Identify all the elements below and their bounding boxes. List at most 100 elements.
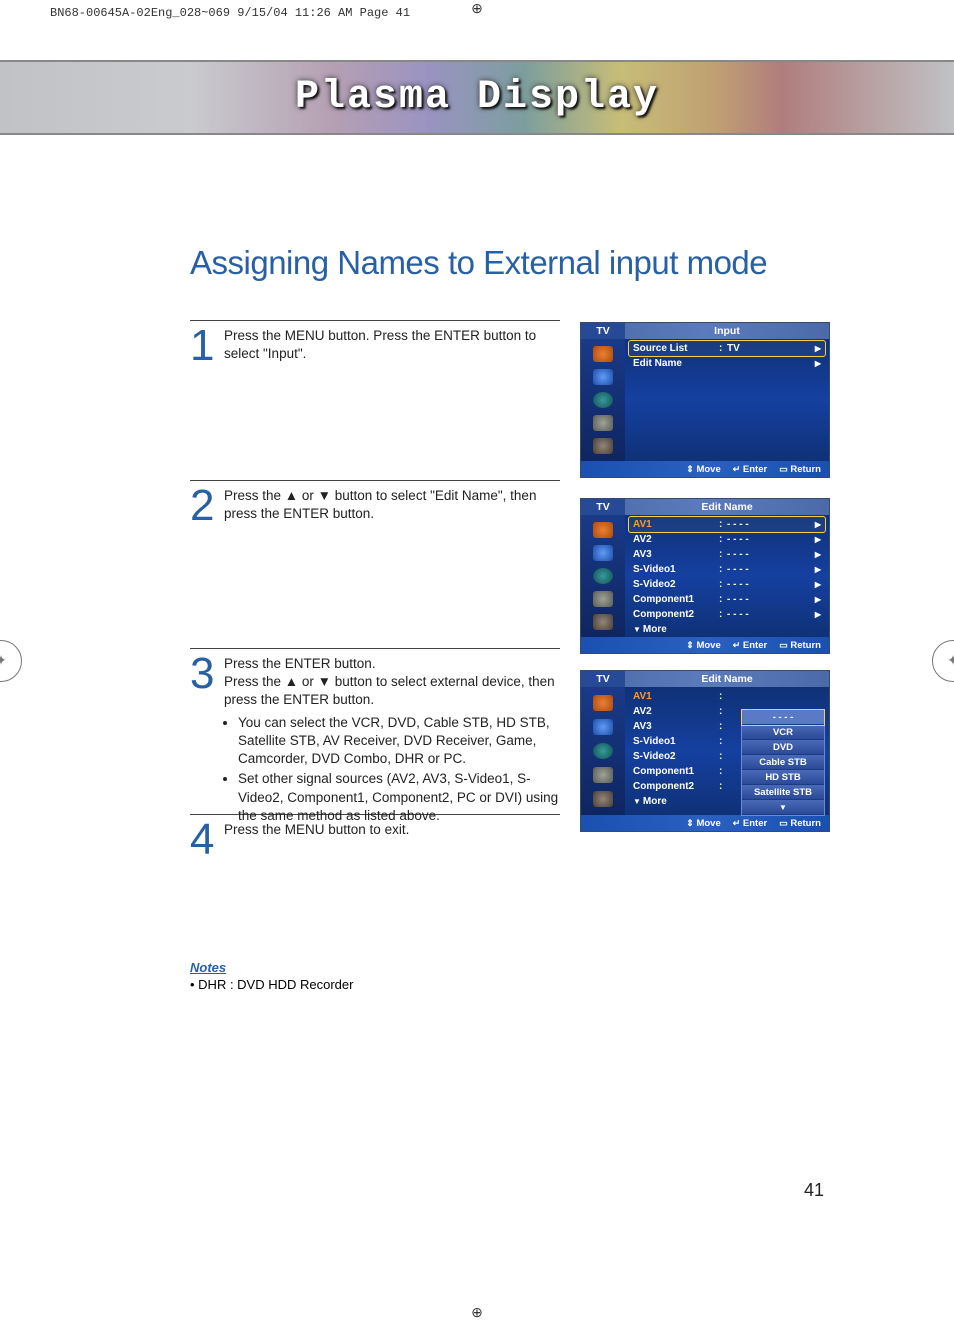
row-value: TV [727, 342, 811, 356]
osd-sidebar-icons [581, 339, 625, 461]
row-label: Edit Name [633, 357, 719, 371]
row-label: Component1 [633, 593, 719, 607]
row-label: AV1 [633, 690, 719, 704]
row-label: Source List [633, 342, 719, 356]
return-icon: ▭ [779, 818, 788, 828]
picture-icon [593, 719, 613, 735]
row-label: S-Video2 [633, 750, 719, 764]
osd-tv-label: TV [581, 671, 625, 687]
osd-row[interactable]: AV1: [629, 689, 825, 704]
step-text: Press the ENTER button. Press the ▲ or ▼… [224, 655, 560, 802]
crop-mark-top: ⊕ [471, 0, 483, 17]
updown-icon: ⇕ [686, 464, 694, 474]
osd-tv-label: TV [581, 323, 625, 339]
notes-item-text: DHR : DVD HDD Recorder [198, 977, 353, 992]
step-text: Press the MENU button to exit. [224, 821, 409, 844]
row-value: - - - - [727, 518, 811, 532]
osd-row[interactable]: Component1:- - - -▶ [629, 592, 825, 607]
step-num: 4 [190, 821, 216, 844]
row-label: S-Video1 [633, 735, 719, 749]
footer-move: Move [696, 464, 720, 475]
arrow-right-icon: ▶ [811, 578, 821, 592]
picture-icon [593, 545, 613, 561]
row-label: S-Video2 [633, 578, 719, 592]
step3-intro: Press the ENTER button. Press the ▲ or ▼… [224, 656, 555, 707]
osd-title: Input [625, 323, 829, 339]
row-label: Component1 [633, 765, 719, 779]
row-label: More [633, 795, 719, 809]
step3-bullet1: You can select the VCR, DVD, Cable STB, … [238, 714, 560, 769]
osd-row-source-list[interactable]: Source List : TV ▶ [629, 341, 825, 356]
osd-sidebar-icons [581, 515, 625, 637]
row-value: - - - - [727, 548, 811, 562]
dropdown-option[interactable]: ▼ [742, 800, 824, 815]
crop-mark-bottom: ⊕ [471, 1304, 483, 1321]
target-left: ✦ [0, 640, 22, 682]
setup-icon [593, 614, 613, 630]
osd-header: TV Input [581, 323, 829, 339]
arrow-right-icon: ▶ [811, 563, 821, 577]
return-icon: ▭ [779, 640, 788, 650]
row-value: - - - - [727, 563, 811, 577]
osd-row[interactable]: AV3:- - - -▶ [629, 547, 825, 562]
row-label: S-Video1 [633, 563, 719, 577]
dropdown-option[interactable]: Cable STB [742, 755, 824, 770]
osd-tv-label: TV [581, 499, 625, 515]
step-3: 3 Press the ENTER button. Press the ▲ or… [190, 648, 560, 814]
notes-block: Notes • DHR : DVD HDD Recorder [190, 960, 353, 992]
osd-footer: ⇕ Move ↵ Enter ▭ Return [581, 637, 829, 653]
dropdown-option[interactable]: DVD [742, 740, 824, 755]
channel-icon [593, 415, 613, 431]
dropdown-option[interactable]: HD STB [742, 770, 824, 785]
row-label: AV1 [633, 518, 719, 532]
osd-row[interactable]: AV2:- - - -▶ [629, 532, 825, 547]
osd-list: Source List : TV ▶ Edit Name ▶ [625, 339, 829, 461]
step-num: 1 [190, 327, 216, 450]
osd-row[interactable]: S-Video2:- - - -▶ [629, 577, 825, 592]
sound-icon [593, 392, 613, 408]
osd-row-more[interactable]: More [629, 622, 825, 637]
footer-move: Move [696, 818, 720, 829]
osd-row[interactable]: Component2:- - - -▶ [629, 607, 825, 622]
notes-item: • DHR : DVD HDD Recorder [190, 977, 353, 992]
row-label: AV3 [633, 548, 719, 562]
step3-bullet2: Set other signal sources (AV2, AV3, S-Vi… [238, 770, 560, 825]
row-label: AV3 [633, 720, 719, 734]
row-value: - - - - [727, 578, 811, 592]
arrow-right-icon: ▶ [811, 357, 821, 371]
footer-enter: Enter [743, 818, 767, 829]
dropdown-option[interactable]: Satellite STB [742, 785, 824, 800]
dropdown-option[interactable]: VCR [742, 725, 824, 740]
osd-row[interactable]: S-Video1:- - - -▶ [629, 562, 825, 577]
sound-icon [593, 743, 613, 759]
step-2: 2 Press the ▲ or ▼ button to select "Edi… [190, 480, 560, 648]
target-right: ✦ [932, 640, 954, 682]
channel-icon [593, 591, 613, 607]
step-text: Press the MENU button. Press the ENTER b… [224, 327, 560, 450]
input-icon [593, 522, 613, 538]
osd-input-menu: TV Input Source List : TV ▶ Edit Name ▶ [580, 322, 830, 478]
row-value: - - - - [727, 533, 811, 547]
arrow-right-icon: ▶ [811, 593, 821, 607]
updown-icon: ⇕ [686, 818, 694, 828]
arrow-right-icon: ▶ [811, 518, 821, 532]
osd-row-edit-name[interactable]: Edit Name ▶ [629, 356, 825, 371]
setup-icon [593, 438, 613, 454]
input-icon [593, 346, 613, 362]
steps-column: 1 Press the MENU button. Press the ENTER… [190, 320, 560, 874]
step-num: 2 [190, 487, 216, 618]
footer-return: Return [790, 464, 821, 475]
osd-footer: ⇕ Move ↵ Enter ▭ Return [581, 815, 829, 831]
osd-edit-name-dropdown: TV Edit Name AV1:AV2:AV3:S-Video1:S-Vide… [580, 670, 830, 832]
footer-return: Return [790, 818, 821, 829]
device-name-dropdown[interactable]: - - - -VCRDVDCable STBHD STBSatellite ST… [741, 709, 825, 816]
step-1: 1 Press the MENU button. Press the ENTER… [190, 320, 560, 480]
osd-row[interactable]: AV1:- - - -▶ [629, 517, 825, 532]
banner-title: Plasma Display [295, 75, 659, 120]
osd-footer: ⇕ Move ↵ Enter ▭ Return [581, 461, 829, 477]
row-value: - - - - [727, 593, 811, 607]
osd-title: Edit Name [625, 499, 829, 515]
arrow-right-icon: ▶ [811, 533, 821, 547]
dropdown-option[interactable]: - - - - [742, 710, 824, 725]
osd-header: TV Edit Name [581, 671, 829, 687]
